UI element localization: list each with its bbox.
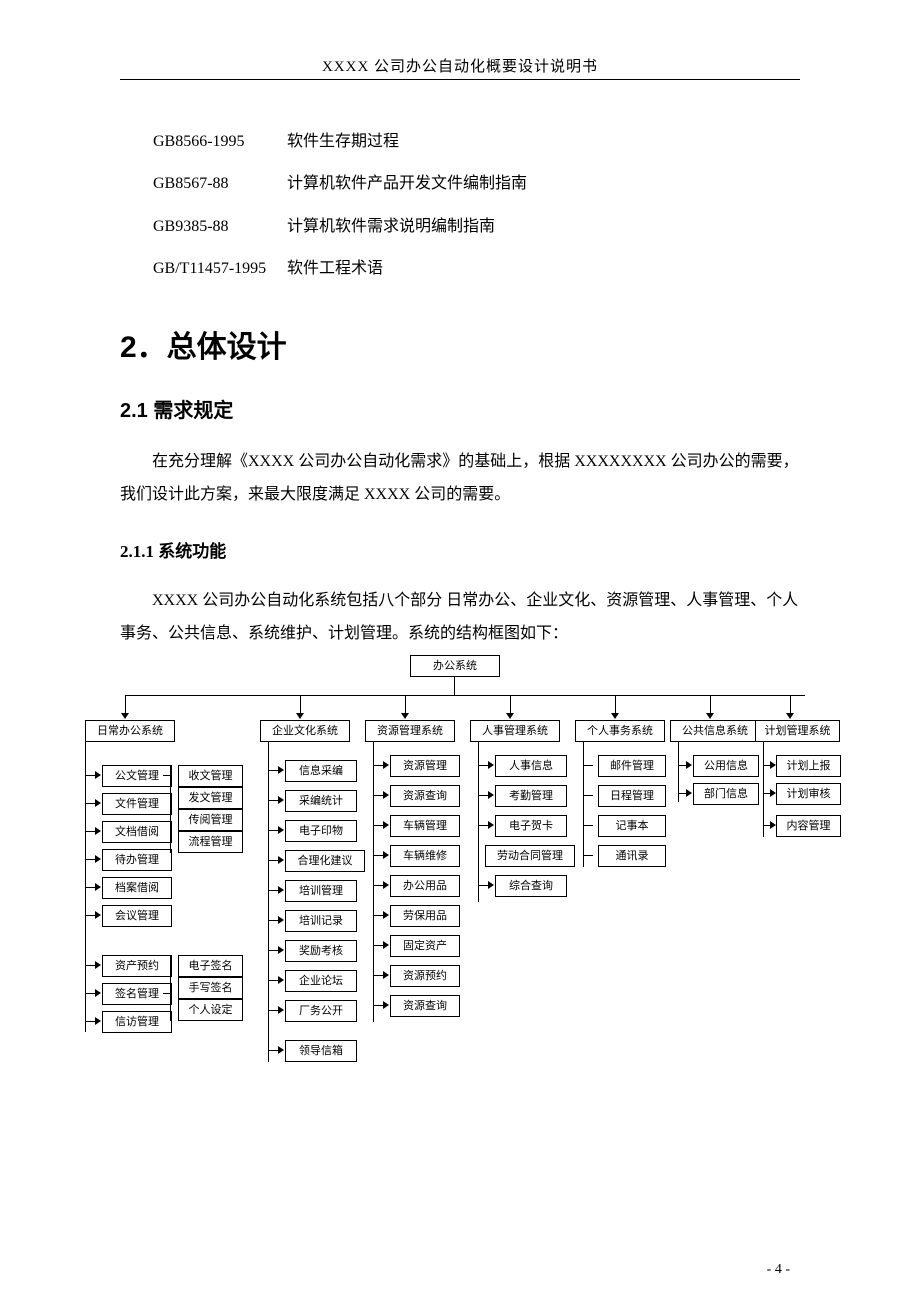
list-item: 计划审核 [776, 783, 841, 805]
list-item: 培训管理 [285, 880, 357, 902]
list-item: 文件管理 [102, 793, 172, 815]
body-text: XXXX 公司办公自动化系统包括八个部分 日常办公、企业文化、资源管理、人事管理… [120, 584, 800, 651]
sys-resource: 资源管理系统 [365, 720, 455, 742]
list-item: 电子签名 [178, 955, 243, 977]
list-item: 发文管理 [178, 787, 243, 809]
list-item: 档案借阅 [102, 877, 172, 899]
sys-plan: 计划管理系统 [755, 720, 840, 742]
list-item: 公用信息 [693, 755, 759, 777]
list-item: 固定资产 [390, 935, 460, 957]
list-item: 综合查询 [495, 875, 567, 897]
list-item: 劳动合同管理 [485, 845, 575, 867]
document-page: XXXX 公司办公自动化概要设计说明书 GB8566-1995软件生存期过程 G… [0, 0, 920, 1302]
list-item: 部门信息 [693, 783, 759, 805]
list-item: 厂务公开 [285, 1000, 357, 1022]
subsubsection-heading: 2.1.1 系统功能 [120, 537, 800, 562]
list-item: 电子贺卡 [495, 815, 567, 837]
list-item: 车辆维修 [390, 845, 460, 867]
running-header: XXXX 公司办公自动化概要设计说明书 [120, 55, 800, 79]
list-item: 培训记录 [285, 910, 357, 932]
sys-hr: 人事管理系统 [470, 720, 560, 742]
table-row: GB/T11457-1995软件工程术语 [152, 249, 528, 289]
list-item: 采编统计 [285, 790, 357, 812]
list-item: 文档借阅 [102, 821, 172, 843]
list-item: 通讯录 [598, 845, 666, 867]
list-item: 签名管理 [102, 983, 172, 1005]
list-item: 资源管理 [390, 755, 460, 777]
list-item: 资源查询 [390, 785, 460, 807]
sys-culture: 企业文化系统 [260, 720, 350, 742]
table-row: GB8567-88计算机软件产品开发文件编制指南 [152, 164, 528, 204]
list-item: 待办管理 [102, 849, 172, 871]
list-item: 日程管理 [598, 785, 666, 807]
list-item: 计划上报 [776, 755, 841, 777]
list-item: 人事信息 [495, 755, 567, 777]
list-item: 奖励考核 [285, 940, 357, 962]
section-heading: 2．总体设计 [120, 322, 800, 366]
reference-table: GB8566-1995软件生存期过程 GB8567-88计算机软件产品开发文件编… [150, 120, 530, 292]
list-item: 资源预约 [390, 965, 460, 987]
table-row: GB9385-88计算机软件需求说明编制指南 [152, 207, 528, 247]
list-item: 个人设定 [178, 999, 243, 1021]
list-item: 传阅管理 [178, 809, 243, 831]
list-item: 手写签名 [178, 977, 243, 999]
list-item: 记事本 [598, 815, 666, 837]
list-item: 考勤管理 [495, 785, 567, 807]
header-rule [120, 79, 800, 80]
list-item: 办公用品 [390, 875, 460, 897]
list-item: 电子印物 [285, 820, 357, 842]
sys-daily: 日常办公系统 [85, 720, 175, 742]
list-item: 合理化建议 [285, 850, 365, 872]
body-text: 在充分理解《XXXX 公司办公自动化需求》的基础上，根据 XXXXXXXX 公司… [120, 445, 800, 512]
chart-root: 办公系统 [410, 655, 500, 677]
org-chart: 办公系统 日常办公系统 企业文化系统 资源管理系统 人事管理系统 个人事务系统 … [70, 655, 830, 1135]
list-item: 邮件管理 [598, 755, 666, 777]
list-item: 收文管理 [178, 765, 243, 787]
list-item: 流程管理 [178, 831, 243, 853]
list-item: 会议管理 [102, 905, 172, 927]
list-item: 企业论坛 [285, 970, 357, 992]
list-item: 信息采编 [285, 760, 357, 782]
sys-public: 公共信息系统 [670, 720, 760, 742]
subsection-heading: 2.1 需求规定 [120, 394, 800, 423]
list-item: 信访管理 [102, 1011, 172, 1033]
list-item: 资产预约 [102, 955, 172, 977]
list-item: 资源查询 [390, 995, 460, 1017]
list-item: 车辆管理 [390, 815, 460, 837]
page-number: - 4 - [767, 1262, 790, 1278]
list-item: 公文管理 [102, 765, 172, 787]
sys-personal: 个人事务系统 [575, 720, 665, 742]
table-row: GB8566-1995软件生存期过程 [152, 122, 528, 162]
list-item: 领导信箱 [285, 1040, 357, 1062]
list-item: 内容管理 [776, 815, 841, 837]
list-item: 劳保用品 [390, 905, 460, 927]
